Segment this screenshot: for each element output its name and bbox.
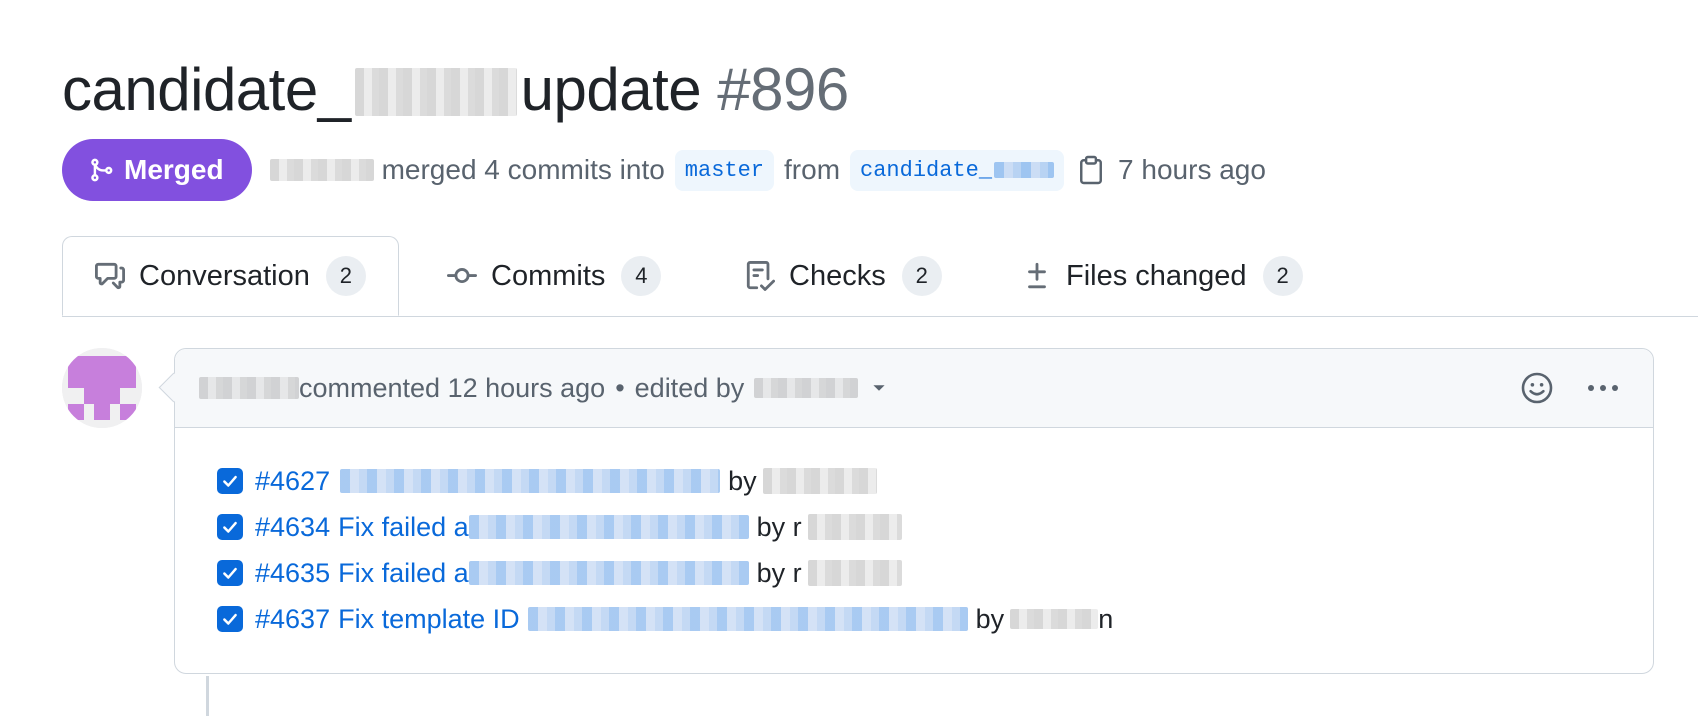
chevron-down-icon[interactable] <box>872 381 886 395</box>
redacted-task-title[interactable] <box>468 515 749 539</box>
tab-checks[interactable]: Checks 2 <box>745 236 942 316</box>
copy-icon[interactable] <box>1078 155 1104 185</box>
checklist-icon <box>746 261 775 291</box>
editor-username[interactable] <box>754 378 859 398</box>
head-branch-name: candidate_ <box>860 157 993 183</box>
tab-conversation-label: Conversation <box>139 259 310 292</box>
pr-title-suffix: update <box>520 56 702 123</box>
merged-time: 7 hours ago <box>1118 154 1266 185</box>
task-checkbox[interactable] <box>217 560 243 586</box>
comment-time[interactable]: commented 12 hours ago <box>299 373 605 404</box>
comment-box: commented 12 hours ago • edited by #4627… <box>174 348 1654 674</box>
task-list: #4627 by #4634 Fix failed a by r #4635 F… <box>175 428 1653 642</box>
tab-checks-count: 2 <box>901 256 942 296</box>
task-checkbox[interactable] <box>217 514 243 540</box>
task-checkbox[interactable] <box>217 468 243 494</box>
redacted-task-author[interactable] <box>1010 609 1099 629</box>
separator-dot: • <box>615 372 625 403</box>
pr-title-prefix: candidate_ <box>62 56 351 123</box>
merged-status-label: Merged <box>124 154 224 185</box>
task-by-text: by <box>975 603 1005 634</box>
pr-title: candidate_ update #896 <box>62 50 849 130</box>
task-pr-number[interactable]: #4635 <box>255 558 330 589</box>
task-list-item: #4634 Fix failed a by r <box>217 504 1653 550</box>
redacted-task-title[interactable] <box>527 607 968 631</box>
task-pr-number[interactable]: #4627 <box>255 466 330 497</box>
identicon-image <box>62 348 142 428</box>
task-author-tail: n <box>1098 603 1114 634</box>
task-by-text: by r <box>756 557 802 588</box>
avatar[interactable] <box>62 348 142 428</box>
from-text: from <box>784 154 841 185</box>
comment-header: commented 12 hours ago • edited by <box>175 349 1653 428</box>
tab-commits-count: 4 <box>621 256 662 296</box>
redacted-title-part <box>354 68 517 116</box>
tab-commits[interactable]: Commits 4 <box>447 236 662 316</box>
task-list-item: #4635 Fix failed a by r <box>217 550 1653 596</box>
task-title[interactable]: Fix failed a <box>338 512 469 543</box>
tab-conversation-count: 2 <box>325 256 366 296</box>
redacted-task-title[interactable] <box>340 469 721 493</box>
tab-files-changed[interactable]: Files changed 2 <box>1022 236 1303 316</box>
smiley-icon[interactable] <box>1521 372 1553 404</box>
tab-files-changed-label: Files changed <box>1066 259 1247 292</box>
merged-commits-text: merged 4 commits into <box>381 154 665 185</box>
redacted-task-author[interactable] <box>762 468 877 494</box>
tab-files-changed-count: 2 <box>1262 256 1303 296</box>
redacted-task-author[interactable] <box>807 560 902 586</box>
base-branch-name: master <box>684 157 765 183</box>
task-by-text: by <box>728 465 757 496</box>
redacted-task-title[interactable] <box>468 561 749 585</box>
redacted-branch-part <box>994 162 1055 178</box>
task-list-item: #4627 by <box>217 458 1653 504</box>
tab-checks-label: Checks <box>789 259 886 292</box>
edited-by-text[interactable]: edited by <box>635 373 745 404</box>
task-title[interactable]: Fix failed a <box>338 558 469 589</box>
task-pr-number[interactable]: #4637 <box>255 604 330 635</box>
task-list-item: #4637 Fix template ID by n <box>217 596 1653 642</box>
task-by-text: by r <box>756 511 802 542</box>
tab-commits-label: Commits <box>491 259 606 292</box>
comment-author[interactable] <box>199 377 299 399</box>
base-branch[interactable]: master <box>674 149 775 191</box>
head-branch[interactable]: candidate_ <box>850 149 1065 191</box>
pr-meta: Merged merged 4 commits into master from… <box>62 138 1266 202</box>
timeline-line <box>206 676 209 716</box>
kebab-horizontal-icon[interactable] <box>1587 383 1619 393</box>
merger-username[interactable] <box>269 159 374 181</box>
comment-discussion-icon <box>95 262 125 290</box>
redacted-task-author[interactable] <box>807 514 902 540</box>
file-diff-icon <box>1028 262 1046 289</box>
tab-conversation[interactable]: Conversation 2 <box>62 236 399 316</box>
git-commit-icon <box>447 268 477 284</box>
comment-actions <box>1521 349 1619 427</box>
pr-tabs: Conversation 2 Commits 4 Checks 2 Files … <box>62 236 1698 317</box>
pr-number: #896 <box>717 56 849 123</box>
task-checkbox[interactable] <box>217 606 243 632</box>
task-pr-number[interactable]: #4634 <box>255 512 330 543</box>
merged-status-badge: Merged <box>62 139 252 201</box>
git-merge-icon <box>91 158 113 182</box>
task-title[interactable]: Fix template ID <box>338 604 520 635</box>
